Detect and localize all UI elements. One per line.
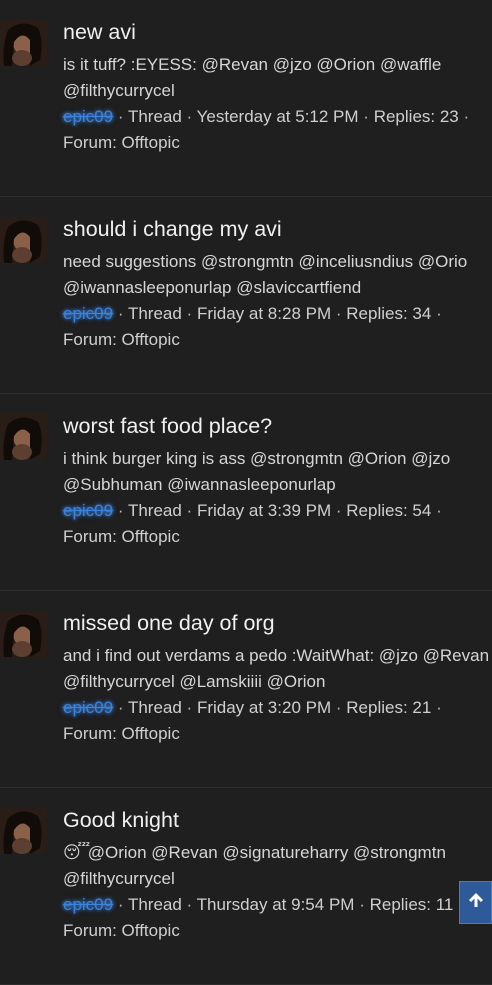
snippet-text: and i find out verdams a pedo :WaitWhat:… [63, 646, 490, 691]
separator: · [186, 107, 193, 126]
thread-result[interactable]: should i change my avi need suggestions … [0, 197, 492, 394]
separator: · [335, 698, 342, 717]
separator: · [117, 895, 124, 914]
author-link[interactable]: epic09 [63, 501, 113, 520]
author-link[interactable]: epic09 [63, 698, 113, 717]
thread-meta: epic09 · Thread · Yesterday at 5:12 PM ·… [63, 104, 492, 156]
thread-title[interactable]: should i change my avi [63, 215, 492, 243]
separator: · [359, 895, 365, 914]
separator: · [335, 501, 342, 520]
reply-count: Replies: 54 [346, 501, 432, 520]
content-type: Thread [127, 698, 182, 717]
snippet-text: i think burger king is ass @strongmtn @O… [63, 449, 451, 494]
content-type: Thread [127, 501, 182, 520]
arrow-up-icon [467, 891, 485, 914]
separator: · [186, 304, 193, 323]
search-results-list: new avi is it tuff? :EYESS: @Revan @jzo … [0, 0, 492, 985]
forum-link[interactable]: Forum: Offtopic [63, 133, 180, 152]
forum-link[interactable]: Forum: Offtopic [63, 724, 180, 743]
avatar[interactable] [0, 20, 47, 66]
thread-snippet: is it tuff? :EYESS: @Revan @jzo @Orion @… [63, 52, 492, 104]
snippet-text: @Orion @Revan @signatureharry @strongmtn… [63, 843, 446, 888]
avatar[interactable] [0, 414, 47, 460]
separator: · [117, 698, 124, 717]
separator: · [436, 304, 442, 323]
thread-result[interactable]: new avi is it tuff? :EYESS: @Revan @jzo … [0, 0, 492, 197]
scroll-to-top-button[interactable] [459, 881, 492, 924]
thread-snippet: i think burger king is ass @strongmtn @O… [63, 446, 492, 498]
separator: · [436, 698, 442, 717]
post-time[interactable]: Friday at 8:28 PM [197, 304, 331, 323]
separator: · [335, 304, 342, 323]
separator: · [117, 107, 124, 126]
forum-link[interactable]: Forum: Offtopic [63, 330, 180, 349]
reply-count: Replies: 11 [369, 895, 454, 914]
snippet-text: need suggestions @strongmtn @inceliusndi… [63, 252, 468, 297]
content-type: Thread [127, 304, 182, 323]
separator: · [363, 107, 369, 126]
thread-result[interactable]: missed one day of org and i find out ver… [0, 591, 492, 788]
thread-result[interactable]: Good knight 😴 @Orion @Revan @signatureha… [0, 788, 492, 985]
post-time[interactable]: Yesterday at 5:12 PM [197, 107, 359, 126]
separator: · [186, 698, 193, 717]
post-time[interactable]: Friday at 3:39 PM [197, 501, 331, 520]
content-type: Thread [127, 107, 182, 126]
separator: · [117, 304, 124, 323]
reply-count: Replies: 34 [346, 304, 432, 323]
thread-snippet: need suggestions @strongmtn @inceliusndi… [63, 249, 492, 301]
avatar[interactable] [0, 808, 47, 854]
avatar[interactable] [0, 611, 47, 657]
avatar[interactable] [0, 217, 47, 263]
content-type: Thread [127, 895, 182, 914]
reply-count: Replies: 21 [346, 698, 432, 717]
thread-snippet: 😴 @Orion @Revan @signatureharry @strongm… [63, 840, 492, 892]
thread-title[interactable]: new avi [63, 18, 492, 46]
thread-meta: epic09 · Thread · Friday at 8:28 PM · Re… [63, 301, 492, 353]
thread-snippet: and i find out verdams a pedo :WaitWhat:… [63, 643, 492, 695]
separator: · [186, 501, 193, 520]
thread-result[interactable]: worst fast food place? i think burger ki… [0, 394, 492, 591]
forum-link[interactable]: Forum: Offtopic [63, 921, 180, 940]
snippet-text: is it tuff? :EYESS: @Revan @jzo @Orion @… [63, 55, 442, 100]
thread-meta: epic09 · Thread · Friday at 3:20 PM · Re… [63, 695, 492, 747]
thread-meta: epic09 · Thread · Friday at 3:39 PM · Re… [63, 498, 492, 550]
separator: · [186, 895, 193, 914]
sleeping-face-icon: 😴 [63, 843, 91, 862]
author-link[interactable]: epic09 [63, 107, 113, 126]
separator: · [117, 501, 124, 520]
reply-count: Replies: 23 [373, 107, 459, 126]
thread-meta: epic09 · Thread · Thursday at 9:54 PM · … [63, 892, 492, 944]
thread-title[interactable]: worst fast food place? [63, 412, 492, 440]
thread-title[interactable]: Good knight [63, 806, 492, 834]
separator: · [463, 107, 470, 126]
post-time[interactable]: Thursday at 9:54 PM [197, 895, 355, 914]
forum-link[interactable]: Forum: Offtopic [63, 527, 180, 546]
separator: · [436, 501, 442, 520]
author-link[interactable]: epic09 [63, 304, 113, 323]
thread-title[interactable]: missed one day of org [63, 609, 492, 637]
author-link[interactable]: epic09 [63, 895, 113, 914]
post-time[interactable]: Friday at 3:20 PM [197, 698, 331, 717]
